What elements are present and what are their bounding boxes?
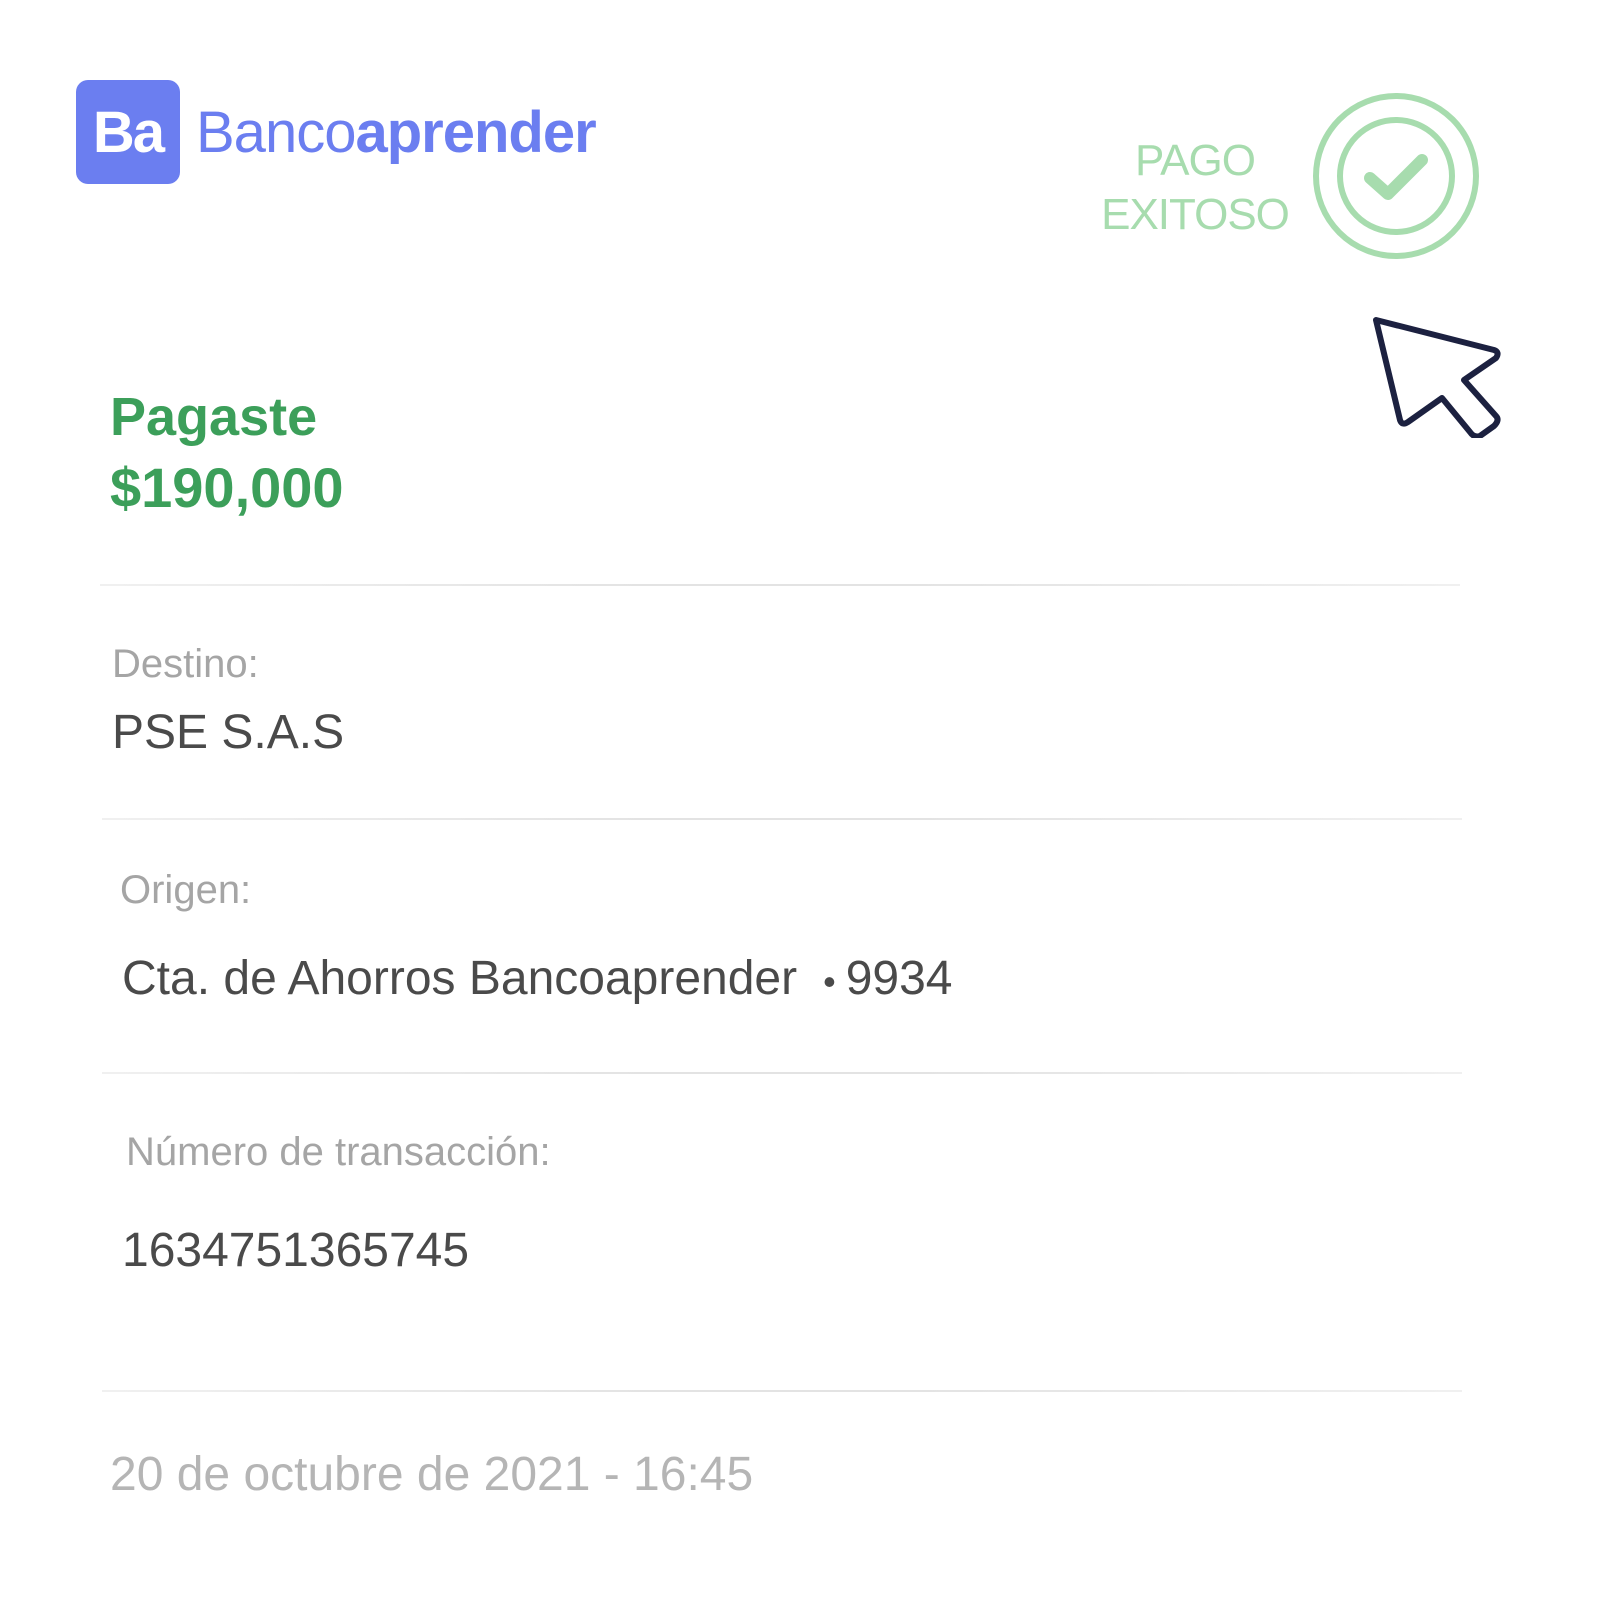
transaction-label: Número de transacción: [126, 1130, 551, 1174]
bank-logo-text: Ba [92, 99, 165, 165]
destination-label: Destino: [112, 642, 259, 686]
paid-label: Pagaste [110, 387, 318, 447]
payment-status: PAGO EXITOSO [1100, 134, 1290, 242]
payment-receipt: Ba Bancoaprender PAGO EXITOSO Pagaste $1… [0, 0, 1598, 1602]
payment-status-line1: PAGO [1135, 136, 1256, 185]
origin-last-digits: 9934 [845, 952, 953, 1005]
bank-name-bold: aprender [355, 99, 596, 165]
origin-label: Origen: [120, 868, 252, 912]
bank-logo: Ba [76, 80, 180, 184]
origin-account: Cta. de Ahorros Bancoaprender [122, 952, 798, 1005]
bank-name: Bancoaprender [196, 99, 597, 166]
destination-value: PSE S.A.S [112, 706, 345, 759]
divider [102, 1072, 1462, 1074]
divider [102, 818, 1462, 820]
divider [100, 584, 1460, 586]
payment-status-line2: EXITOSO [1101, 190, 1290, 239]
transaction-value: 1634751365745 [122, 1224, 470, 1277]
origin-value: Cta. de Ahorros Bancoaprender • 9934 [122, 950, 952, 1011]
brand-header: Ba Bancoaprender [76, 80, 597, 184]
check-circle-icon [1313, 93, 1479, 259]
divider [102, 1390, 1462, 1392]
transaction-datetime: 20 de octubre de 2021 - 16:45 [110, 1448, 754, 1501]
mouse-pointer-icon [1373, 317, 1501, 438]
origin-separator: • [823, 961, 836, 1002]
bank-name-light: Banco [196, 99, 356, 165]
paid-amount: $190,000 [110, 456, 344, 519]
